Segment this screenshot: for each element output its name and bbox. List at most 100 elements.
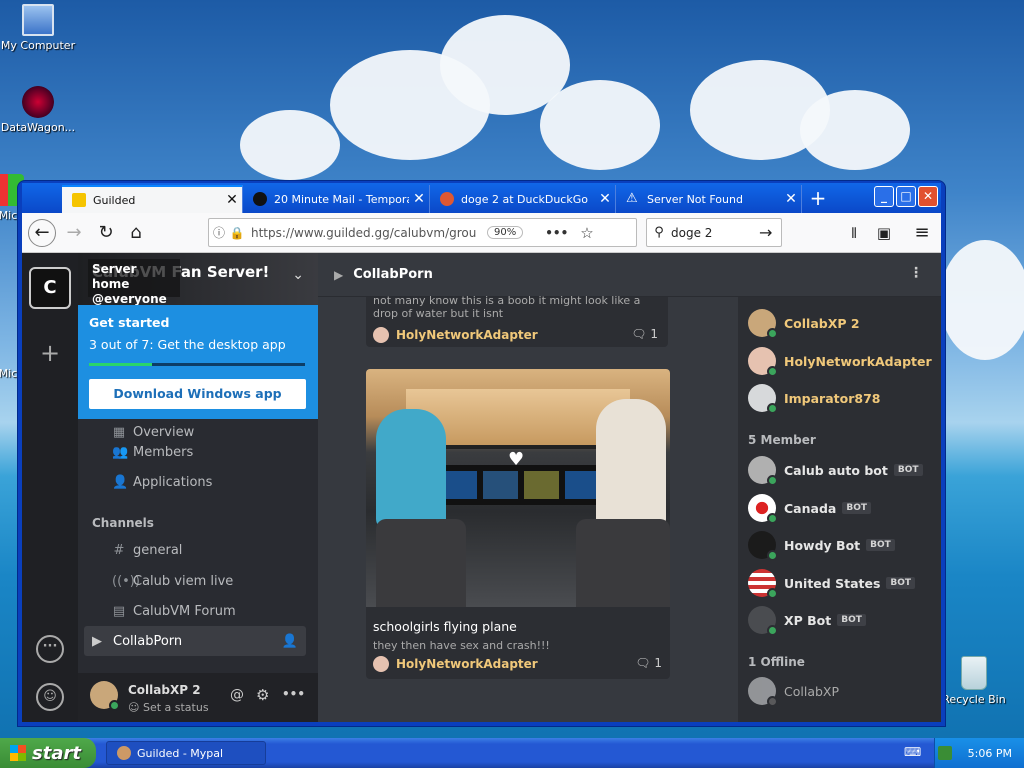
new-tab-button[interactable]: + [802,185,834,213]
chat-icon[interactable]: ··· [36,635,64,663]
clock[interactable]: 5:06 PM [968,747,1012,760]
start-button[interactable]: start [0,738,96,768]
desktop-icon-my-computer[interactable]: My Computer [0,4,76,52]
comment-count[interactable]: 🗨 1 [635,656,662,670]
tab-20-minute-mail[interactable]: 20 Minute Mail - Temporar ✕ [243,185,430,213]
member-item[interactable]: Imparator878 [748,384,880,414]
sidebar-toggle-icon[interactable]: ▣ [870,219,898,247]
member-item[interactable]: CollabXP 2 [748,309,860,339]
download-windows-app-button[interactable]: Download Windows app [89,379,306,409]
reload-button[interactable]: ↻ [92,219,120,247]
member-item[interactable]: Canada BOT [748,494,871,524]
desktop-icon-label: My Computer [0,39,76,52]
member-section-header: 5 Member [748,433,816,447]
post-author: HolyNetworkAdapter [373,327,538,343]
datawagon-icon [22,86,54,118]
info-icon[interactable]: ⓘ [209,224,229,241]
nav-item-overview[interactable]: ▦ Overview [112,425,194,440]
chevron-down-icon[interactable]: ⌄ [292,267,304,283]
comment-count-text: 1 [650,327,658,341]
avatar [748,531,778,561]
channel-collabporn[interactable]: ▶ CollabPorn 👤 [84,626,306,656]
tab-title: Server Not Found [647,192,743,206]
avatar[interactable] [90,681,120,711]
nav-item-members[interactable]: 👥 Members [112,445,193,460]
forum-icon: ▤ [112,604,126,619]
keyboard-icon[interactable]: ⌨ [904,745,921,759]
close-icon[interactable]: ✕ [409,191,429,207]
search-box[interactable]: ⚲ doge 2 → [646,218,782,247]
mention-icon[interactable]: @ [230,687,244,703]
tab-strip: Guilded ✕ 20 Minute Mail - Temporar ✕ do… [22,183,941,213]
status-emoji-icon: ☺ [128,701,143,714]
nav-item-applications[interactable]: 👤 Applications [112,475,212,490]
maximize-button[interactable]: □ [896,186,916,207]
library-icon[interactable]: 𝍪 [840,219,868,247]
post-card[interactable]: ♥ schoolgirls flying plane they then hav… [366,369,670,679]
member-item[interactable]: HolyNetworkAdapter [748,347,932,377]
close-icon[interactable]: ✕ [222,192,242,208]
comment-count[interactable]: 🗨 1 [631,327,658,341]
offline-count: 1 [748,655,757,669]
taskbar-item-guilded[interactable]: Guilded - Mypal [106,741,266,765]
channel-calub-viem-live[interactable]: ((•)) Calub viem live [112,574,233,589]
member-item[interactable]: Calub auto bot BOT [748,456,923,486]
search-input[interactable]: doge 2 [671,226,759,240]
member-name: Howdy Bot [784,537,861,553]
add-user-icon[interactable]: 👤 [282,634,298,649]
channel-calubvm-forum[interactable]: ▤ CalubVM Forum [112,604,236,619]
menu-icon[interactable]: ≡ [908,219,936,247]
hash-icon: # [113,543,125,558]
member-item[interactable]: Howdy Bot BOT [748,531,895,561]
cockpit-panel [436,465,606,505]
add-server-icon[interactable]: + [36,339,64,367]
comment-icon: 🗨 [631,327,647,341]
more-actions-icon[interactable]: ••• [545,226,568,240]
post-card[interactable]: not many know this is a boob it might lo… [366,294,668,347]
back-button[interactable]: ← [28,219,56,247]
tab-guilded[interactable]: Guilded ✕ [62,185,243,213]
url-bar[interactable]: ⓘ 🔒 https://www.guilded.gg/calubvm/grou … [208,218,637,247]
tab-server-not-found[interactable]: ⚠ Server Not Found ✕ [616,185,802,213]
member-item[interactable]: United States BOT [748,569,916,599]
close-window-button[interactable]: ✕ [918,186,938,207]
channel-general[interactable]: # general [112,543,183,558]
member-item[interactable]: XP Bot BOT [748,606,866,636]
desktop-icon-recycle-bin[interactable]: Recycle Bin [936,656,1012,706]
search-go-icon[interactable]: → [759,223,781,242]
get-started-subtitle: 3 out of 7: Get the desktop app [89,337,286,352]
settings-gear-icon[interactable]: ⚙ [256,686,269,704]
avatar [748,456,778,486]
member-item[interactable]: CollabXP [748,677,839,707]
close-icon[interactable]: ✕ [595,191,615,207]
forward-button[interactable]: → [60,219,88,247]
tray-app-icon[interactable] [937,746,952,760]
bot-badge: BOT [866,539,895,551]
bookmark-star-icon[interactable]: ☆ [580,224,593,242]
desktop-icon-label: Recycle Bin [942,693,1006,706]
more-options-icon[interactable]: ••• [282,687,305,701]
server-header[interactable]: CalubVM Fan Server! Server home @everyon… [78,253,318,306]
avatar [748,347,778,377]
minimize-button[interactable]: _ [874,186,894,207]
cloud [540,80,660,170]
user-name: CollabXP 2 [128,683,201,697]
get-started-panel: Get started 3 out of 7: Get the desktop … [78,305,318,419]
home-button[interactable]: ⌂ [122,219,150,247]
avatar [748,384,778,414]
zoom-badge[interactable]: 90% [487,226,524,239]
member-count: 5 [748,433,757,447]
tab-duckduckgo[interactable]: doge 2 at DuckDuckGo ✕ [430,185,616,213]
channel-label: CollabPorn [113,633,183,649]
tab-title: doge 2 at DuckDuckGo [461,192,588,206]
more-vertical-icon[interactable]: ⋮ [909,265,923,281]
get-started-title: Get started [89,315,170,330]
avatar [373,327,389,343]
member-name: Calub auto bot [784,462,888,478]
user-status[interactable]: ☺ Set a status [128,701,209,714]
server-button[interactable]: C [29,267,71,309]
desktop-icon-datawagon[interactable]: DataWagon... [0,86,76,134]
close-icon[interactable]: ✕ [781,191,801,207]
friends-icon[interactable]: ☺ [36,683,64,711]
system-tray: 5:06 PM [934,738,1024,768]
